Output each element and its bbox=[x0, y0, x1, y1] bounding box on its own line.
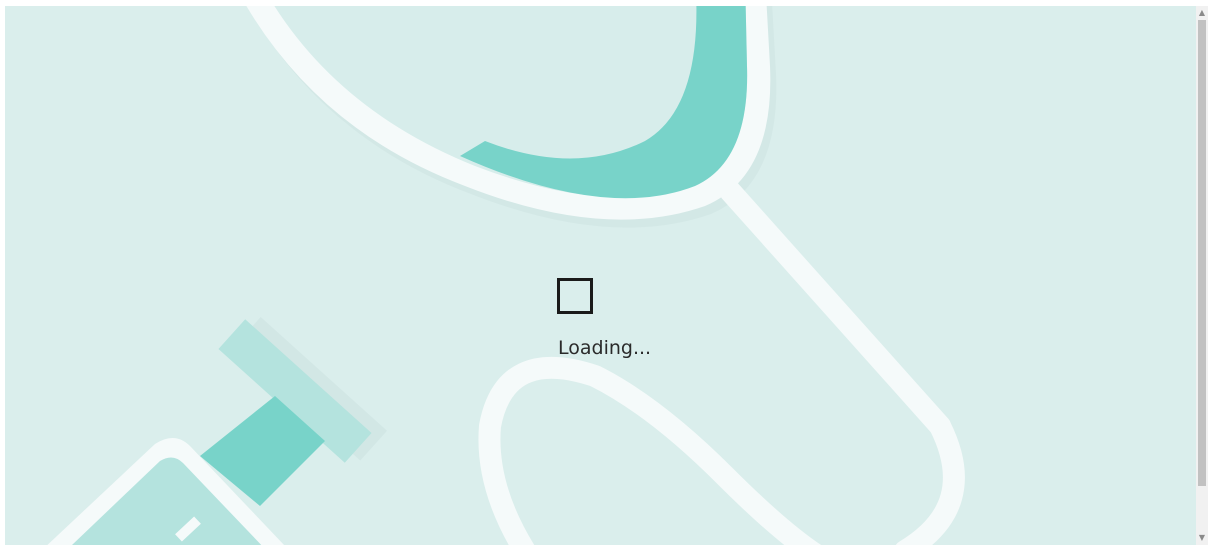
vertical-scrollbar[interactable]: ▲ ▼ bbox=[1196, 6, 1208, 545]
scroll-up-arrow-icon[interactable]: ▲ bbox=[1196, 6, 1208, 20]
loading-text: Loading... bbox=[558, 337, 652, 359]
medical-background-illustration bbox=[47, 6, 965, 545]
scrollbar-thumb[interactable] bbox=[1198, 20, 1206, 486]
loading-spinner-icon bbox=[557, 278, 593, 314]
scroll-down-arrow-icon[interactable]: ▼ bbox=[1196, 531, 1208, 545]
loading-screen: Loading... bbox=[5, 6, 1196, 545]
syringe-icon bbox=[47, 317, 388, 545]
stethoscope-icon bbox=[246, 6, 965, 545]
